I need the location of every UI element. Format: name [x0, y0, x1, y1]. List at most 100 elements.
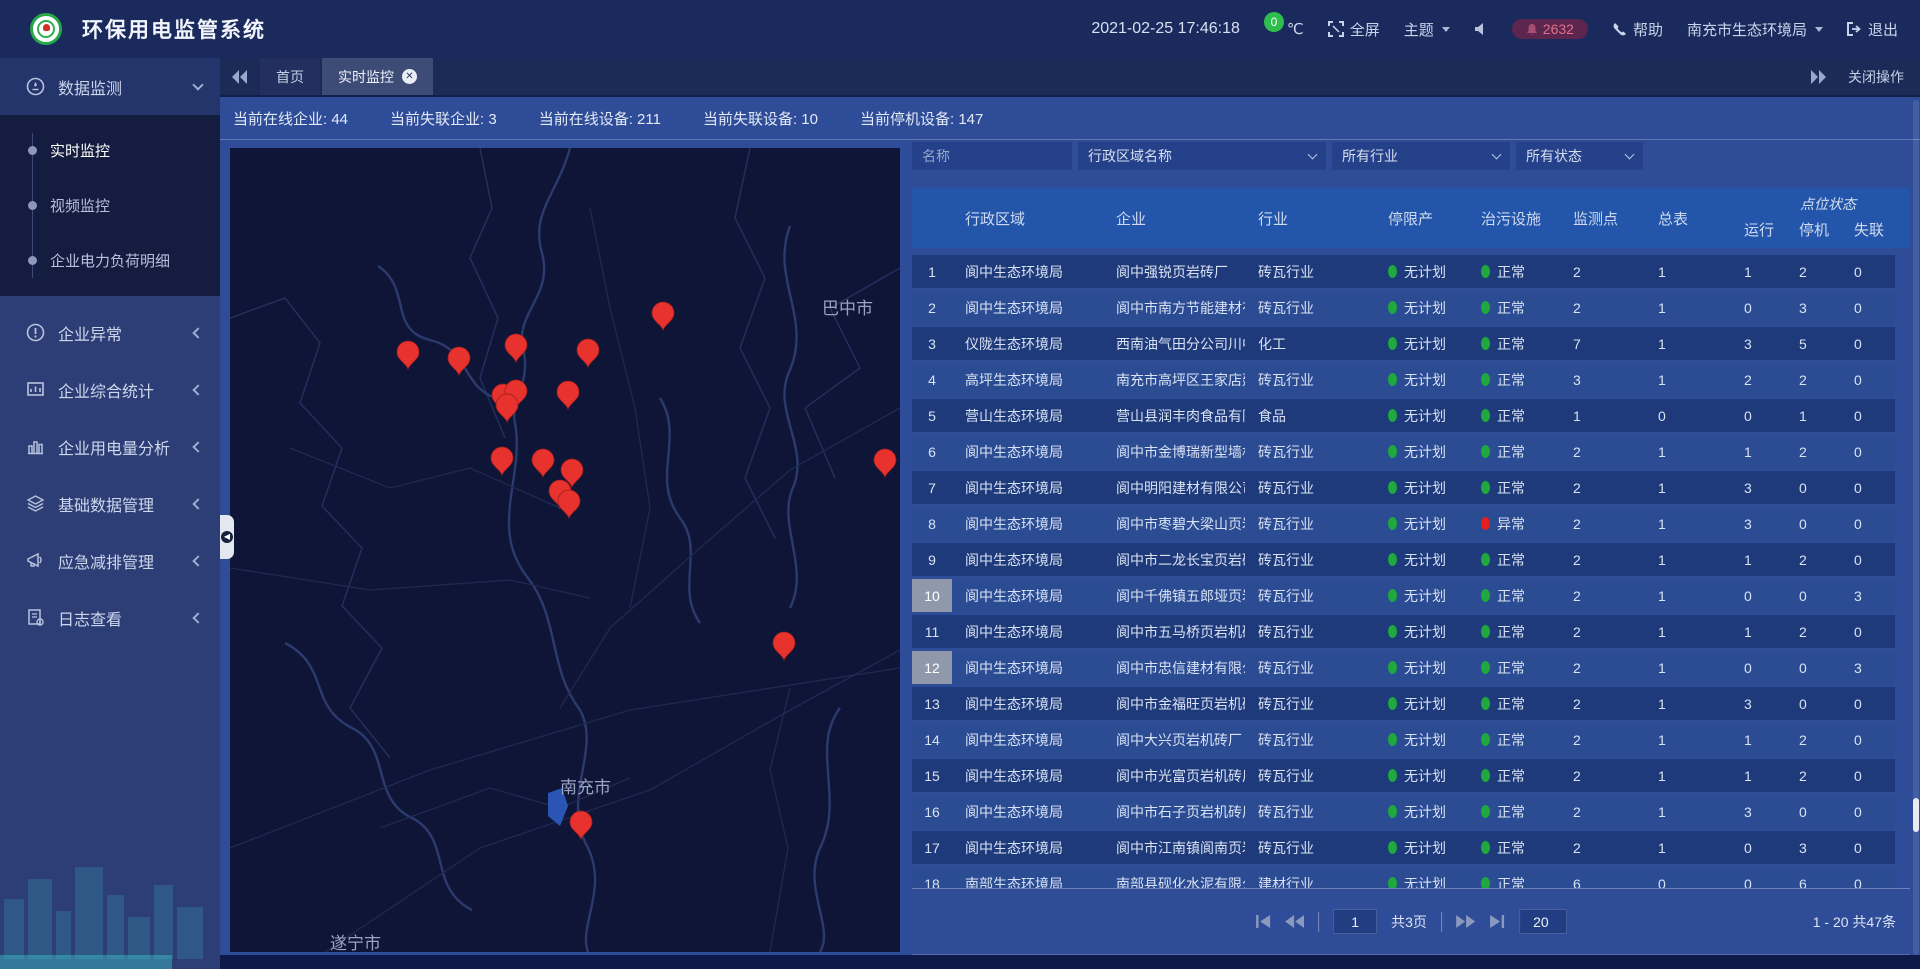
- tab-realtime-monitoring[interactable]: 实时监控 ✕: [322, 58, 433, 95]
- table-row[interactable]: 10阆中生态环境局阆中千佛镇五郎垭页岩砖瓦行业无计划正常21003: [912, 579, 1910, 612]
- cell-region: 仪陇生态环境局: [952, 327, 1103, 360]
- theme-dropdown[interactable]: 主题: [1404, 19, 1450, 40]
- help-button[interactable]: 帮助: [1612, 19, 1663, 40]
- record-range-label: 1 - 20 共47条: [1813, 912, 1896, 932]
- cell-stop: 2: [1786, 759, 1841, 792]
- cell-limit: 无计划: [1375, 651, 1468, 684]
- last-page-button[interactable]: [1489, 915, 1505, 928]
- table-row[interactable]: 8阆中生态环境局阆中市枣碧大梁山页岩砖瓦行业无计划异常21300: [912, 507, 1910, 540]
- org-dropdown[interactable]: 南充市生态环境局: [1687, 19, 1823, 40]
- status-dot-green: [1388, 445, 1397, 458]
- cell-lost: 0: [1841, 291, 1895, 324]
- sidebar-item-power-load-detail[interactable]: 企业电力负荷明细: [0, 233, 220, 288]
- cell-points: 6: [1560, 867, 1645, 888]
- close-operations-button[interactable]: 关闭操作: [1848, 67, 1904, 87]
- cell-index: 2: [912, 291, 952, 324]
- col-region: 行政区域: [952, 188, 1103, 248]
- industry-select[interactable]: 所有行业: [1332, 142, 1510, 170]
- tabs-scroll-left-button[interactable]: [220, 58, 260, 95]
- table-row[interactable]: 12阆中生态环境局阆中市忠信建材有限公砖瓦行业无计划正常21003: [912, 651, 1910, 684]
- cell-facility: 正常: [1468, 615, 1560, 648]
- cell-lost: 0: [1841, 615, 1895, 648]
- pagination-bar: 共3页 20 1 - 20 共47条: [912, 888, 1910, 955]
- cell-lost: 0: [1841, 543, 1895, 576]
- table-row[interactable]: 4高坪生态环境局南充市高坪区王家店建砖瓦行业无计划正常31220: [912, 363, 1910, 396]
- cell-meters: 0: [1645, 867, 1731, 888]
- cell-lost: 0: [1841, 327, 1895, 360]
- page-size-select[interactable]: 20: [1519, 909, 1567, 934]
- cell-meters: 1: [1645, 831, 1731, 864]
- sidebar-group-enterprise-statistics[interactable]: 企业综合统计: [0, 361, 220, 418]
- cell-meters: 1: [1645, 615, 1731, 648]
- sidebar-item-video-monitoring[interactable]: 视频监控: [0, 178, 220, 233]
- status-dot-green: [1481, 625, 1490, 638]
- datetime-display: 2021-02-25 17:46:18: [1091, 20, 1240, 38]
- cell-region: 阆中生态环境局: [952, 471, 1103, 504]
- name-search-input[interactable]: [912, 142, 1072, 170]
- sidebar-group-power-analysis[interactable]: 企业用电量分析: [0, 418, 220, 475]
- table-row[interactable]: 2阆中生态环境局阆中市南方节能建材有砖瓦行业无计划正常21030: [912, 291, 1910, 324]
- cell-meters: 1: [1645, 291, 1731, 324]
- table-row[interactable]: 6阆中生态环境局阆中市金博瑞新型墙材砖瓦行业无计划正常21120: [912, 435, 1910, 468]
- sidebar-group-enterprise-abnormal[interactable]: 企业异常: [0, 304, 220, 361]
- cell-company: 阆中明阳建材有限公司: [1103, 471, 1245, 504]
- stat-item: 当前失联企业: 3: [390, 108, 497, 129]
- status-select[interactable]: 所有状态: [1516, 142, 1643, 170]
- sidebar-group-log-view[interactable]: 日志查看: [0, 589, 220, 646]
- notification-badge[interactable]: 2632: [1512, 19, 1588, 39]
- tab-home[interactable]: 首页: [260, 58, 320, 95]
- cell-stop: 0: [1786, 651, 1841, 684]
- cell-points: 2: [1560, 795, 1645, 828]
- previous-page-button[interactable]: [1285, 915, 1304, 928]
- table-row[interactable]: 15阆中生态环境局阆中市光富页岩机砖厂砖瓦行业无计划正常21120: [912, 759, 1910, 792]
- cell-facility: 正常: [1468, 291, 1560, 324]
- fullscreen-button[interactable]: 全屏: [1328, 19, 1380, 40]
- sidebar-collapse-handle[interactable]: ◀: [220, 515, 234, 559]
- cell-meters: 1: [1645, 651, 1731, 684]
- tab-close-icon[interactable]: ✕: [402, 69, 417, 84]
- table-row[interactable]: 1阆中生态环境局阆中强锐页岩砖厂砖瓦行业无计划正常21120: [912, 255, 1910, 288]
- sidebar-group-emergency-reduction[interactable]: 应急减排管理: [0, 532, 220, 589]
- app-logo: [30, 13, 62, 45]
- mute-button[interactable]: [1474, 22, 1488, 36]
- cell-run: 0: [1731, 399, 1786, 432]
- logout-button[interactable]: 退出: [1847, 19, 1898, 40]
- table-row[interactable]: 14阆中生态环境局阆中大兴页岩机砖厂砖瓦行业无计划正常21120: [912, 723, 1910, 756]
- megaphone-icon: [26, 551, 45, 570]
- first-page-button[interactable]: [1255, 915, 1271, 928]
- table-row[interactable]: 9阆中生态环境局阆中市二龙长宝页岩砖砖瓦行业无计划正常21120: [912, 543, 1910, 576]
- cell-facility: 正常: [1468, 687, 1560, 720]
- next-page-button[interactable]: [1456, 915, 1475, 928]
- cell-points: 2: [1560, 831, 1645, 864]
- chevron-left-icon: [192, 555, 203, 566]
- double-chevron-right-icon[interactable]: [1810, 70, 1826, 84]
- chevron-down-icon: [1815, 27, 1823, 32]
- cell-company: 营山县润丰肉食品有限: [1103, 399, 1245, 432]
- table-row[interactable]: 3仪陇生态环境局西南油气田分公司川中化工无计划正常71350: [912, 327, 1910, 360]
- region-select[interactable]: 行政区域名称: [1078, 142, 1326, 170]
- sidebar-item-realtime-monitoring[interactable]: 实时监控: [0, 123, 220, 178]
- stat-item: 当前停机设备: 147: [860, 108, 983, 129]
- table-row[interactable]: 13阆中生态环境局阆中市金福旺页岩机砖砖瓦行业无计划正常21300: [912, 687, 1910, 720]
- bar-chart-icon: [26, 437, 45, 456]
- cell-region: 阆中生态环境局: [952, 579, 1103, 612]
- table-row[interactable]: 17阆中生态环境局阆中市江南镇阆南页岩砖瓦行业无计划正常21030: [912, 831, 1910, 864]
- cell-company: 阆中市二龙长宝页岩砖: [1103, 543, 1245, 576]
- table-row[interactable]: 7阆中生态环境局阆中明阳建材有限公司砖瓦行业无计划正常21300: [912, 471, 1910, 504]
- table-row[interactable]: 18南部生态环境局南部县砚化水泥有限公建材行业无计划正常60060: [912, 867, 1910, 888]
- status-dot-green: [1388, 481, 1397, 494]
- sidebar-group-data-monitoring[interactable]: 数据监测: [0, 58, 220, 115]
- table-row[interactable]: 11阆中生态环境局阆中市五马桥页岩机砖砖瓦行业无计划正常21120: [912, 615, 1910, 648]
- cell-index: 17: [912, 831, 952, 864]
- notification-count: 2632: [1543, 21, 1574, 37]
- cell-points: 2: [1560, 687, 1645, 720]
- map-panel[interactable]: 巴中市南充市遂宁市: [230, 148, 900, 952]
- cell-points: 2: [1560, 651, 1645, 684]
- table-row[interactable]: 5营山生态环境局营山县润丰肉食品有限食品无计划正常10010: [912, 399, 1910, 432]
- sidebar-group-base-data[interactable]: 基础数据管理: [0, 475, 220, 532]
- enterprise-panel: 行政区域名称 所有行业 所有状态 行政区域 企业 行业 停限产 治污设施 监测点…: [912, 142, 1910, 955]
- cell-facility: 正常: [1468, 759, 1560, 792]
- page-number-input[interactable]: [1333, 909, 1377, 934]
- scrollbar-thumb[interactable]: [1913, 798, 1919, 832]
- table-row[interactable]: 16阆中生态环境局阆中市石子页岩机砖厂砖瓦行业无计划正常21300: [912, 795, 1910, 828]
